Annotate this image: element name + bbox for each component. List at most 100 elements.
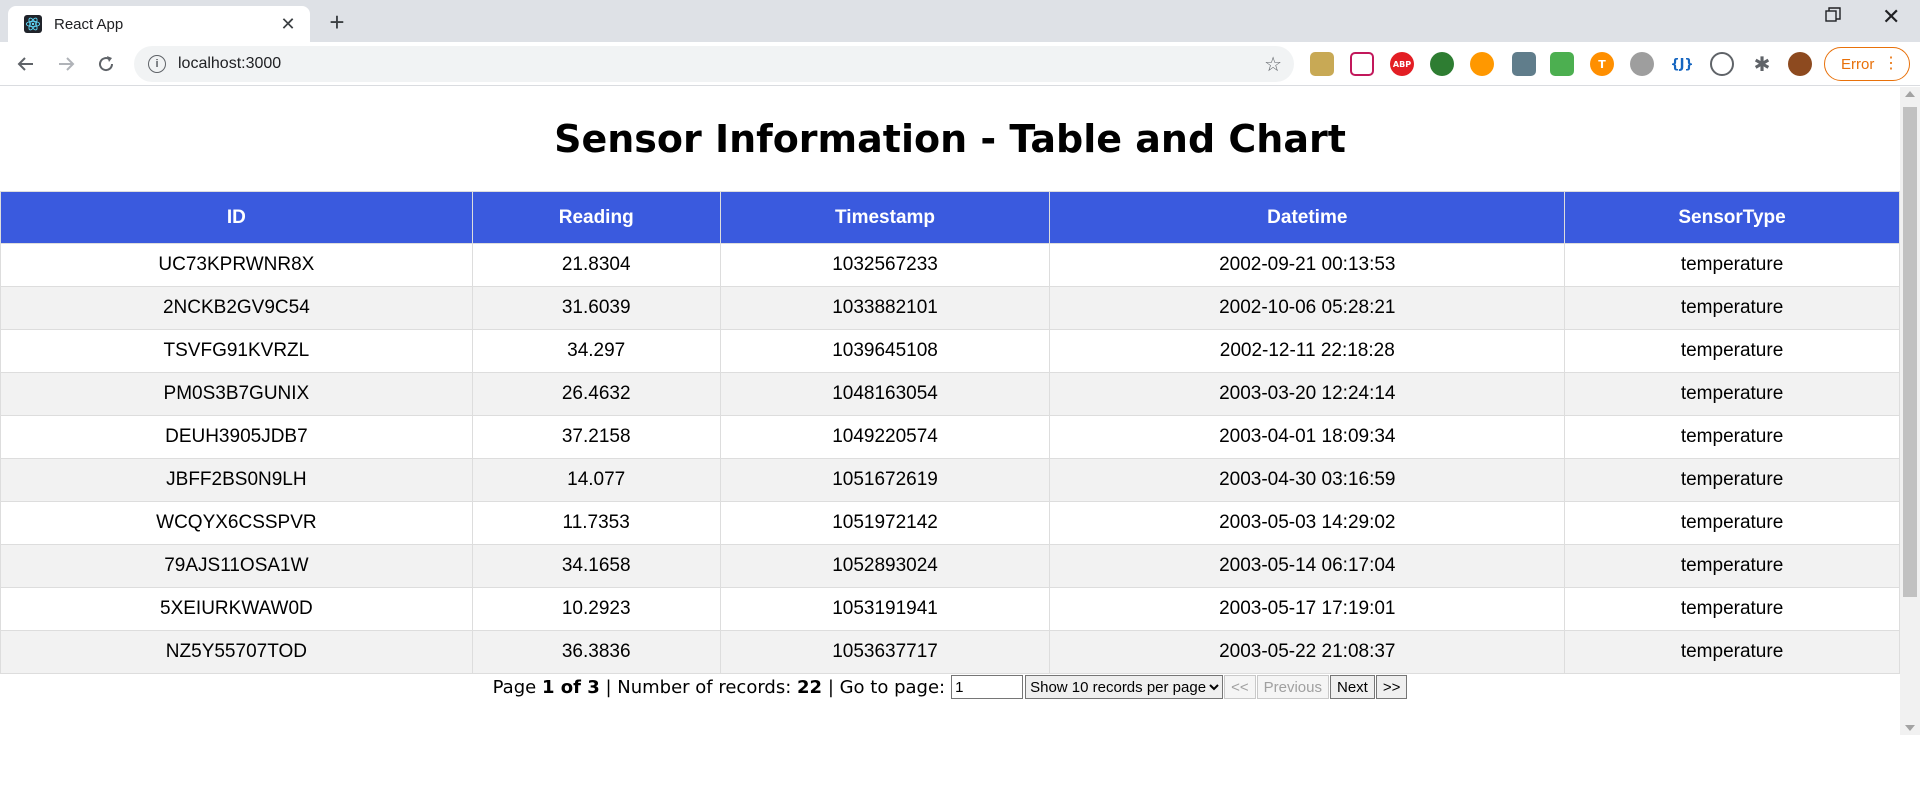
cell-sensortype: temperature <box>1564 630 1900 674</box>
cell-timestamp: 1053191941 <box>719 587 1051 631</box>
scroll-up-arrow-icon[interactable] <box>1905 91 1915 97</box>
sensor-table: ID Reading Timestamp Datetime SensorType… <box>0 191 1900 674</box>
cell-datetime: 2002-09-21 00:13:53 <box>1049 243 1566 287</box>
table-row: 2NCKB2GV9C54 31.6039 1033882101 2002-10-… <box>0 286 1900 330</box>
cell-reading: 26.4632 <box>471 372 721 416</box>
cell-datetime: 2003-04-01 18:09:34 <box>1049 415 1566 459</box>
image-extension-icon[interactable] <box>1310 52 1334 76</box>
previous-page-button[interactable]: Previous <box>1256 675 1329 699</box>
address-bar[interactable]: i localhost:3000 ☆ <box>134 46 1294 82</box>
column-header-timestamp[interactable]: Timestamp <box>719 191 1051 244</box>
key-extension-icon[interactable] <box>1470 52 1494 76</box>
json-extension-icon[interactable]: {J} <box>1670 52 1694 76</box>
browser-toolbar: i localhost:3000 ☆ ABP T {J} ✱ Error ⋮ <box>0 42 1920 86</box>
menu-kebab-icon[interactable]: ⋮ <box>1883 54 1899 74</box>
table-row: TSVFG91KVRZL 34.297 1039645108 2002-12-1… <box>0 329 1900 373</box>
cell-datetime: 2003-03-20 12:24:14 <box>1049 372 1566 416</box>
dropper-extension-icon[interactable] <box>1512 52 1536 76</box>
cell-sensortype: temperature <box>1564 286 1900 330</box>
cell-datetime: 2003-05-17 17:19:01 <box>1049 587 1566 631</box>
column-header-datetime[interactable]: Datetime <box>1049 191 1566 244</box>
tab-title: React App <box>54 15 124 33</box>
extensions-puzzle-icon[interactable]: ✱ <box>1750 52 1774 76</box>
cell-reading: 31.6039 <box>471 286 721 330</box>
site-info-icon[interactable]: i <box>148 55 166 73</box>
tab-close-icon[interactable]: ✕ <box>278 14 298 35</box>
records-label: | Number of records: <box>605 676 792 698</box>
last-page-button[interactable]: >> <box>1375 675 1408 699</box>
cell-id: 5XEIURKWAW0D <box>0 587 473 631</box>
table-row: NZ5Y55707TOD 36.3836 1053637717 2003-05-… <box>0 630 1900 674</box>
error-button[interactable]: Error ⋮ <box>1824 47 1910 81</box>
table-row: DEUH3905JDB7 37.2158 1049220574 2003-04-… <box>0 415 1900 459</box>
cell-datetime: 2002-10-06 05:28:21 <box>1049 286 1566 330</box>
table-header-row: ID Reading Timestamp Datetime SensorType <box>0 191 1900 244</box>
reload-icon[interactable] <box>92 50 120 78</box>
download-extension-icon[interactable] <box>1550 52 1574 76</box>
react-logo-icon <box>24 15 42 33</box>
bookmark-star-icon[interactable]: ☆ <box>1264 52 1282 77</box>
film-extension-icon[interactable] <box>1630 52 1654 76</box>
code-extension-icon[interactable] <box>1710 52 1734 76</box>
back-icon[interactable] <box>12 50 40 78</box>
t-extension-icon[interactable]: T <box>1590 52 1614 76</box>
cell-reading: 34.1658 <box>471 544 721 588</box>
cell-sensortype: temperature <box>1564 587 1900 631</box>
globe-extension-icon[interactable] <box>1430 52 1454 76</box>
cell-reading: 36.3836 <box>471 630 721 674</box>
cell-reading: 21.8304 <box>471 243 721 287</box>
first-page-button[interactable]: << <box>1224 675 1256 699</box>
cell-sensortype: temperature <box>1564 415 1900 459</box>
cell-timestamp: 1051672619 <box>719 458 1051 502</box>
page-label: Page <box>492 676 537 698</box>
column-header-sensortype[interactable]: SensorType <box>1564 191 1900 244</box>
next-page-button[interactable]: Next <box>1329 675 1375 699</box>
profile-avatar[interactable] <box>1788 52 1812 76</box>
cell-datetime: 2003-05-03 14:29:02 <box>1049 501 1566 545</box>
table-row: WCQYX6CSSPVR 11.7353 1051972142 2003-05-… <box>0 501 1900 545</box>
table-row: PM0S3B7GUNIX 26.4632 1048163054 2003-03-… <box>0 372 1900 416</box>
page-size-select[interactable]: Show 10 records per page <box>1025 675 1224 699</box>
forward-icon[interactable] <box>52 50 80 78</box>
cell-id: 79AJS11OSA1W <box>0 544 473 588</box>
browser-tabstrip: React App ✕ + ✕ <box>0 0 1920 42</box>
vertical-scrollbar[interactable] <box>1900 87 1920 735</box>
browser-tab[interactable]: React App ✕ <box>8 6 310 42</box>
scroll-down-arrow-icon[interactable] <box>1905 725 1915 731</box>
goto-page-input[interactable] <box>951 675 1024 699</box>
restore-window-icon[interactable] <box>1824 6 1842 29</box>
cell-timestamp: 1049220574 <box>719 415 1051 459</box>
cell-datetime: 2003-05-22 21:08:37 <box>1049 630 1566 674</box>
cell-datetime: 2003-04-30 03:16:59 <box>1049 458 1566 502</box>
scrollbar-thumb[interactable] <box>1903 107 1917 597</box>
cell-id: PM0S3B7GUNIX <box>0 372 473 416</box>
table-row: 79AJS11OSA1W 34.1658 1052893024 2003-05-… <box>0 544 1900 588</box>
cell-id: UC73KPRWNR8X <box>0 243 473 287</box>
cell-reading: 37.2158 <box>471 415 721 459</box>
close-window-icon[interactable]: ✕ <box>1882 4 1900 30</box>
pocket-extension-icon[interactable] <box>1350 52 1374 76</box>
column-header-reading[interactable]: Reading <box>471 191 721 244</box>
cell-sensortype: temperature <box>1564 458 1900 502</box>
new-tab-button[interactable]: + <box>322 8 352 38</box>
cell-timestamp: 1048163054 <box>719 372 1051 416</box>
table-row: UC73KPRWNR8X 21.8304 1032567233 2002-09-… <box>0 243 1900 287</box>
cell-datetime: 2003-05-14 06:17:04 <box>1049 544 1566 588</box>
pagination-bar: Page 1 of 3 | Number of records: 22 | Go… <box>0 675 1900 699</box>
cell-id: JBFF2BS0N9LH <box>0 458 473 502</box>
cell-id: DEUH3905JDB7 <box>0 415 473 459</box>
goto-label: | Go to page: <box>827 676 946 698</box>
cell-reading: 10.2923 <box>471 587 721 631</box>
cell-sensortype: temperature <box>1564 544 1900 588</box>
cell-timestamp: 1053637717 <box>719 630 1051 674</box>
table-row: 5XEIURKWAW0D 10.2923 1053191941 2003-05-… <box>0 587 1900 631</box>
url-text[interactable]: localhost:3000 <box>178 55 1264 73</box>
cell-reading: 34.297 <box>471 329 721 373</box>
cell-sensortype: temperature <box>1564 501 1900 545</box>
cell-timestamp: 1039645108 <box>719 329 1051 373</box>
error-label: Error <box>1841 55 1875 73</box>
cell-reading: 14.077 <box>471 458 721 502</box>
adblock-extension-icon[interactable]: ABP <box>1390 52 1414 76</box>
column-header-id[interactable]: ID <box>0 191 473 244</box>
cell-id: 2NCKB2GV9C54 <box>0 286 473 330</box>
